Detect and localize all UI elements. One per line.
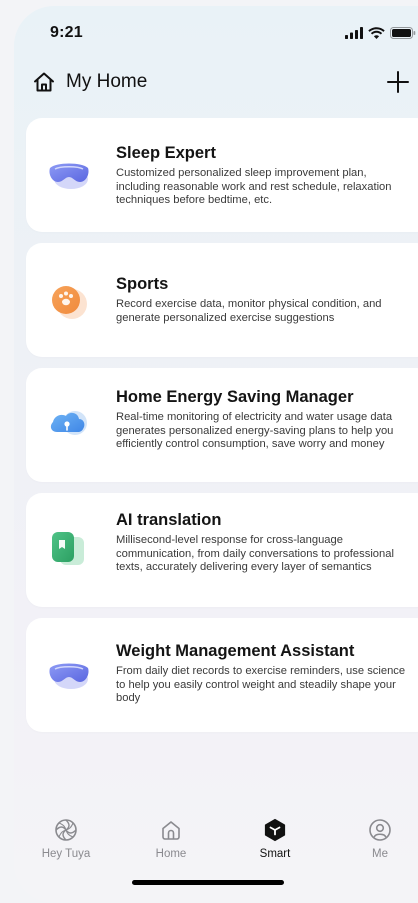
phone-screen: 9:21 My Home Sleep Expert Customized per… bbox=[14, 6, 418, 903]
tab-me[interactable]: Me bbox=[340, 818, 418, 860]
agent-card-list: Sleep Expert Customized personalized sle… bbox=[26, 118, 418, 743]
home-icon[interactable] bbox=[32, 70, 56, 94]
card-title: AI translation bbox=[116, 511, 222, 529]
tab-bar: Hey Tuya Home Smart Me bbox=[14, 818, 418, 878]
card-title: Weight Management Assistant bbox=[116, 642, 355, 660]
tab-smart[interactable]: Smart bbox=[235, 818, 315, 860]
home-selector[interactable]: My Home bbox=[66, 71, 147, 93]
card-ai-translation[interactable]: AI translation Millisecond-level respons… bbox=[26, 493, 418, 607]
sleep-mask-icon bbox=[49, 663, 89, 689]
profile-icon bbox=[369, 819, 391, 841]
smart-icon bbox=[264, 818, 286, 842]
spiral-icon bbox=[55, 819, 77, 841]
card-home-energy-saving-manager[interactable]: Home Energy Saving Manager Real-time mon… bbox=[26, 368, 418, 482]
status-time: 9:21 bbox=[50, 24, 83, 41]
card-title: Sports bbox=[116, 275, 169, 293]
card-weight-management-assistant[interactable]: Weight Management Assistant From daily d… bbox=[26, 618, 418, 732]
tab-label: Smart bbox=[259, 848, 291, 860]
home-indicator[interactable] bbox=[132, 880, 284, 885]
status-bar: 9:21 bbox=[14, 6, 418, 50]
cloud-icon bbox=[50, 411, 87, 435]
sleep-mask-icon bbox=[49, 163, 89, 189]
tab-label: Hey Tuya bbox=[41, 848, 91, 860]
header: My Home bbox=[14, 62, 418, 102]
card-title: Home Energy Saving Manager bbox=[116, 388, 354, 406]
home-icon bbox=[162, 821, 180, 840]
tab-label: Me bbox=[372, 848, 388, 860]
battery-icon bbox=[390, 27, 416, 39]
paw-icon bbox=[52, 286, 87, 319]
add-button[interactable] bbox=[384, 68, 412, 96]
card-description: Record exercise data, monitor physical c… bbox=[116, 298, 382, 324]
status-icons bbox=[345, 27, 416, 39]
signal-icon bbox=[345, 27, 363, 39]
tab-label: Home bbox=[155, 848, 187, 860]
tab-home[interactable]: Home bbox=[131, 818, 211, 860]
card-description: Real-time monitoring of electricity and … bbox=[116, 411, 394, 451]
card-description: Millisecond-level response for cross-lan… bbox=[116, 534, 394, 574]
card-title: Sleep Expert bbox=[116, 144, 216, 162]
card-description: From daily diet records to exercise remi… bbox=[116, 665, 406, 705]
tab-hey-tuya[interactable]: Hey Tuya bbox=[26, 818, 106, 860]
card-sleep-expert[interactable]: Sleep Expert Customized personalized sle… bbox=[26, 118, 418, 232]
card-sports[interactable]: Sports Record exercise data, monitor phy… bbox=[26, 243, 418, 357]
card-description: Customized personalized sleep improvemen… bbox=[116, 167, 392, 207]
wifi-icon bbox=[368, 27, 385, 39]
translate-card-icon bbox=[52, 532, 84, 565]
